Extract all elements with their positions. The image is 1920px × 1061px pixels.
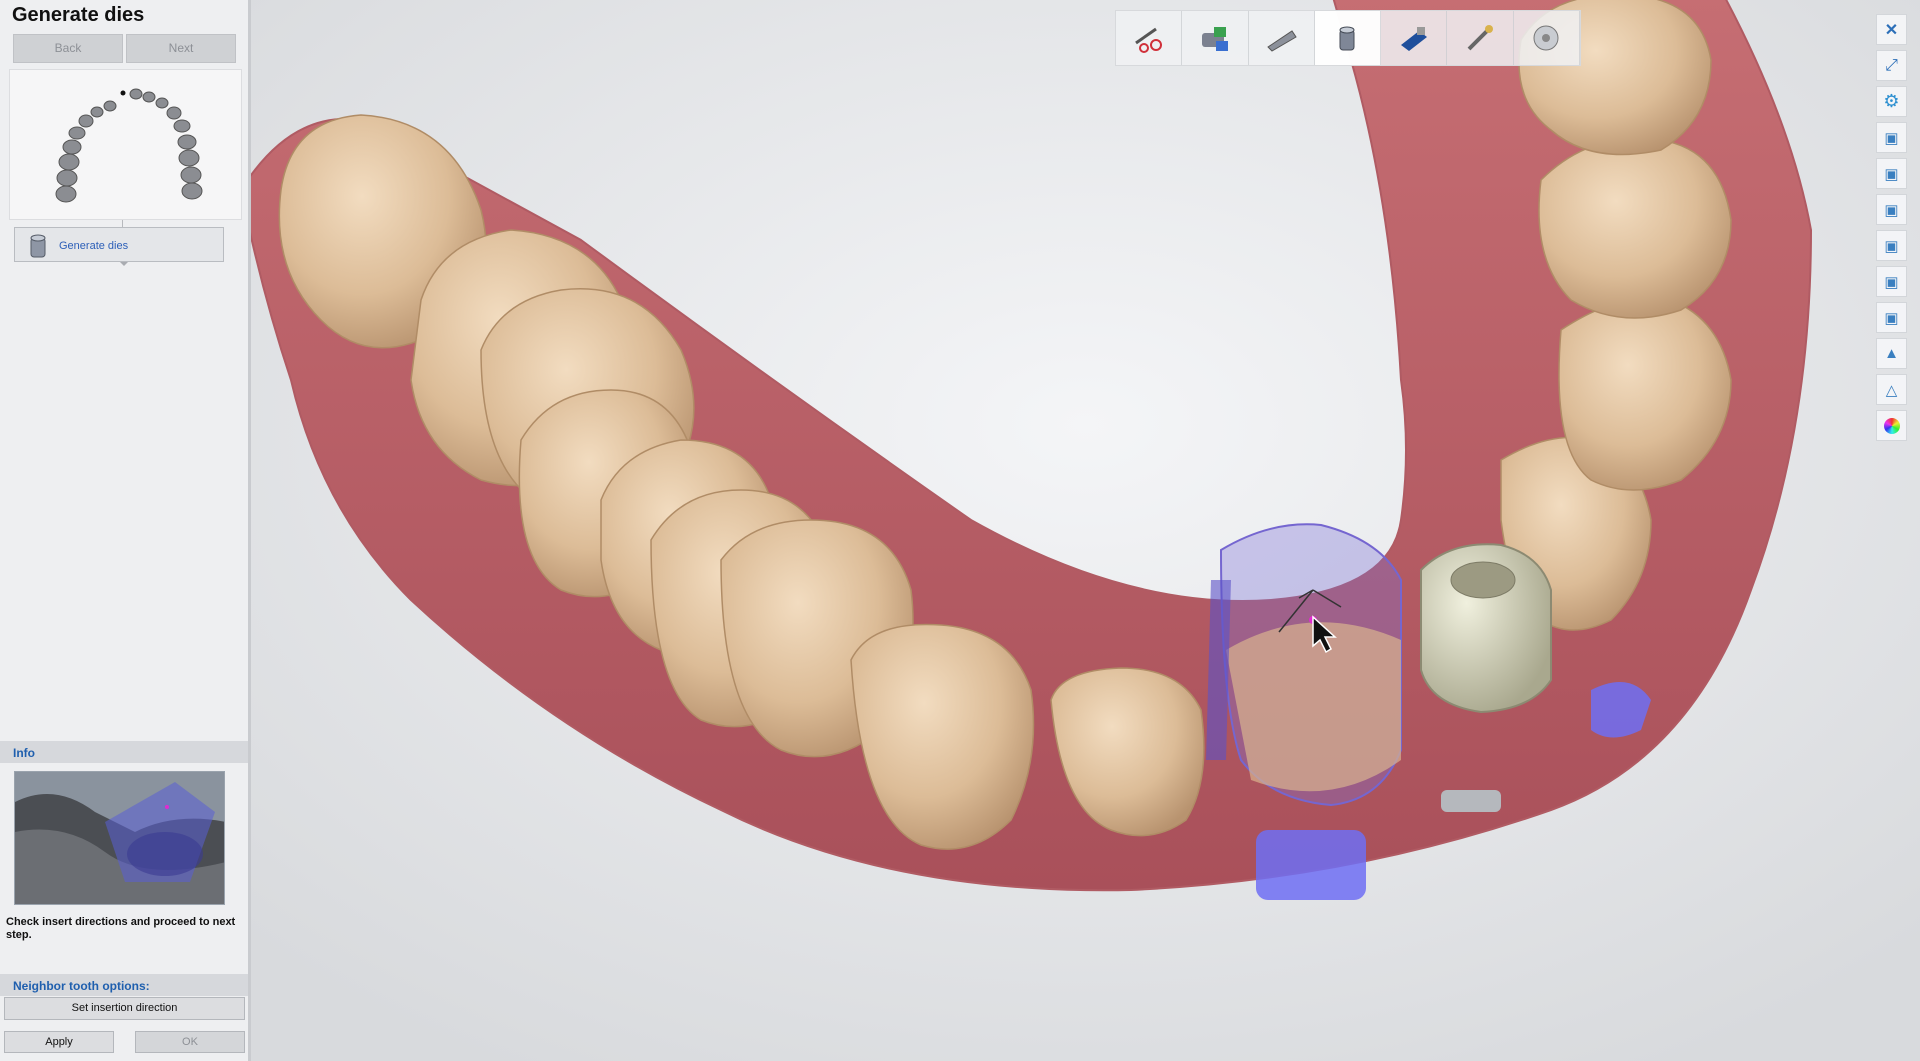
color-button[interactable] [1876,410,1907,441]
close-icon: ✕ [1884,21,1899,39]
die-edit-tool-button[interactable] [1381,11,1448,65]
top-toolbar [1115,10,1581,66]
add-material-icon [1201,27,1228,51]
sculpt-tool-button[interactable] [1447,11,1514,65]
workflow-item-label: Generate dies [59,240,129,252]
view-right-button[interactable]: ▣ [1876,230,1907,261]
sculpt-icon [1467,25,1494,51]
back-button[interactable]: Back [13,34,123,63]
cut-tool-button[interactable] [1116,11,1183,65]
view-top-button[interactable]: ▣ [1876,266,1907,297]
ok-button[interactable]: OK [135,1031,245,1053]
view-occlusal-icon: ▲ [1884,345,1899,362]
color-icon [1883,417,1900,434]
die-edit-icon [1400,27,1427,51]
cut-icon [1134,27,1162,53]
fullscreen-icon: ⤢ [1885,56,1898,74]
die-icon [30,234,46,258]
settings-button[interactable]: ⚙ [1876,86,1907,117]
view-lingual-button[interactable]: △ [1876,374,1907,405]
add-remove-tool-button[interactable] [1182,11,1249,65]
info-header: Info [0,741,248,763]
view-left-button[interactable]: ▣ [1876,194,1907,225]
view-top-icon: ▣ [1884,273,1899,291]
fullscreen-button[interactable]: ⤢ [1876,50,1907,81]
tooth-arch-selector[interactable] [9,69,242,220]
trim-tool-button[interactable] [1249,11,1315,65]
info-text: Check insert directions and proceed to n… [6,916,236,941]
set-insertion-direction-button[interactable]: Set insertion direction [4,997,245,1020]
view-bottom-icon: ▣ [1884,309,1899,327]
neighbor-options-header: Neighbor tooth options: [0,974,248,996]
view-occlusal-button[interactable]: ▲ [1876,338,1907,369]
connector-line [122,220,123,227]
info-thumbnail [14,771,225,905]
chevron-down-icon [120,262,128,266]
close-view-button[interactable]: ✕ [1876,14,1907,45]
view-right-icon: ▣ [1884,237,1899,255]
view-front-button[interactable]: ▣ [1876,122,1907,153]
view-front-icon: ▣ [1884,129,1899,147]
apply-button[interactable]: Apply [4,1031,114,1053]
next-button[interactable]: Next [126,34,236,63]
view-back-icon: ▣ [1884,165,1899,183]
disk-icon [1533,25,1559,51]
right-toolbar: ✕ ⤢ ⚙ ▣ ▣ ▣ ▣ ▣ ▣ ▲ △ [1876,14,1907,444]
disk-tool-button[interactable] [1514,11,1580,65]
view-bottom-button[interactable]: ▣ [1876,302,1907,333]
dental-scan-model[interactable] [251,0,1920,1061]
view-lingual-icon: △ [1885,381,1898,399]
3d-viewport[interactable]: 3shape△ [251,0,1920,1061]
view-back-button[interactable]: ▣ [1876,158,1907,189]
page-title: Generate dies [12,4,145,26]
settings-icon: ⚙ [1883,91,1900,111]
left-panel: Generate dies Back Next Generate dies In… [0,0,251,1061]
generate-dies-tool-button[interactable] [1314,11,1382,65]
die-icon [1339,26,1355,51]
trim-icon [1267,30,1297,52]
view-left-icon: ▣ [1884,201,1899,219]
workflow-item-generate-dies[interactable]: Generate dies [14,227,224,262]
